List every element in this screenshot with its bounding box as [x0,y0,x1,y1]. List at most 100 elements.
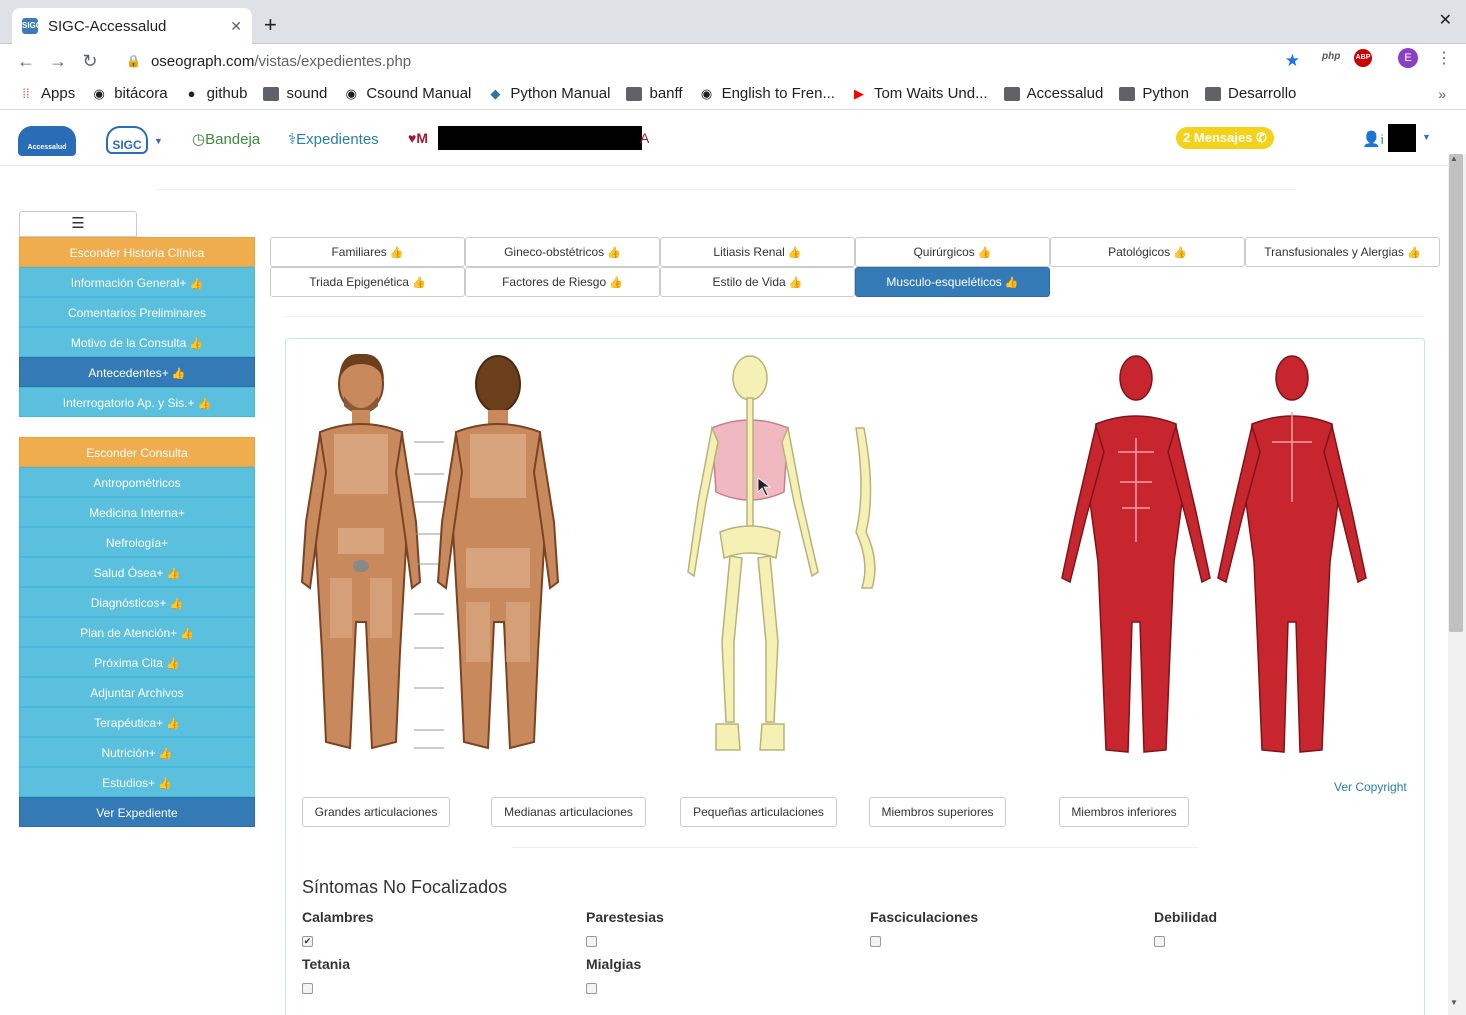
browser-tab[interactable]: SIGC SIGC-Accessalud ✕ [12,8,252,44]
bookmark-tom-waits[interactable]: ▶ Tom Waits Und... [851,85,988,102]
bookmark-python-manual[interactable]: ◆ Python Manual [487,85,610,102]
sidebar-item-diagnósticos[interactable]: Diagnósticos+ 👍 [19,587,255,617]
body-back[interactable] [436,355,560,750]
right-leg-bones[interactable] [757,555,779,723]
miembros-superiores-button[interactable]: Miembros superiores [869,797,1006,827]
sidebar-item-medicina-interna[interactable]: Medicina Interna+ [19,497,255,527]
tab-factores-de-riesgo[interactable]: Factores de Riesgo 👍 [465,267,660,297]
messages-badge[interactable]: 2 Mensajes ✆ [1176,127,1274,149]
sidebar-item-plan-de-atención[interactable]: Plan de Atención+ 👍 [19,617,255,647]
user-icon[interactable]: 👤i [1362,130,1384,148]
sidebar-item-estudios[interactable]: Estudios+ 👍 [19,767,255,797]
divider [156,189,1296,190]
bookmark-banff[interactable]: banff [626,85,683,102]
left-arm-bones[interactable] [687,425,719,578]
sidebar-item-nefrología[interactable]: Nefrología+ [19,527,255,557]
sidebar-item-comentarios-preliminares[interactable]: Comentarios Preliminares [19,297,255,327]
bookmark-english-french[interactable]: ◉ English to Fren... [699,85,835,102]
sidebar-item-label: Nutrición+ [101,746,156,760]
muscles-back[interactable] [1217,355,1367,753]
sigc-logo[interactable]: SIGC [106,126,148,154]
bookmark-star-icon[interactable]: ★ [1285,51,1300,71]
forward-icon[interactable]: → [42,51,74,72]
user-dropdown-caret-icon[interactable]: ▼ [1422,132,1431,142]
accessalud-logo[interactable]: Accessalud [18,126,76,156]
back-icon[interactable]: ← [10,51,42,72]
debilidad-checkbox[interactable] [1154,936,1165,947]
sidebar-item-esconder-consulta[interactable]: Esconder Consulta [19,437,255,467]
browser-menu-icon[interactable]: ⋮ [1436,48,1452,68]
sidebar-item-información-general[interactable]: Información General+ 👍 [19,267,255,297]
right-arm-bones[interactable] [781,425,819,578]
sidebar-item-antecedentes[interactable]: Antecedentes+ 👍 [19,357,255,387]
skin-body-figure[interactable] [300,352,562,758]
ver-copyright-link[interactable]: Ver Copyright [1334,780,1407,794]
skeleton-figure[interactable] [676,352,890,758]
sidebar-item-terapéutica[interactable]: Terapéutica+ 👍 [19,707,255,737]
sidebar-item-próxima-cita[interactable]: Próxima Cita 👍 [19,647,255,677]
scrollbar-thumb[interactable] [1449,154,1463,632]
scroll-up-icon[interactable]: ▲ [1450,154,1458,163]
skull[interactable] [732,355,768,401]
bookmark-csound[interactable]: ◉ Csound Manual [343,85,472,102]
bookmarks-overflow-icon[interactable]: » [1438,86,1446,102]
pequenas-articulaciones-button[interactable]: Pequeñas articulaciones [680,797,837,827]
sidebar-toggle-hamburger-icon[interactable]: ☰ [19,211,137,237]
miembros-inferiores-button[interactable]: Miembros inferiores [1059,797,1189,827]
body-front[interactable] [300,353,422,750]
close-tab-icon[interactable]: ✕ [230,18,242,35]
sidebar-item-ver-expediente[interactable]: Ver Expediente [19,797,255,827]
sidebar-item-nutrición[interactable]: Nutrición+ 👍 [19,737,255,767]
tab-familiares[interactable]: Familiares 👍 [270,237,465,267]
tab-litiasis-renal[interactable]: Litiasis Renal 👍 [660,237,855,267]
tab-quirúrgicos[interactable]: Quirúrgicos 👍 [855,237,1050,267]
medianas-articulaciones-button[interactable]: Medianas articulaciones [491,797,646,827]
tetania-checkbox[interactable] [302,983,313,994]
address-bar[interactable]: 🔒 oseograph.com/vistas/expedientes.php ★ [112,47,1312,75]
window-close-icon[interactable]: ✕ [1439,10,1452,30]
left-foot-bones[interactable] [715,723,741,751]
patient-name[interactable]: ♥M [408,130,428,146]
nav-bandeja[interactable]: ◷Bandeja [192,130,260,148]
spine-lateral[interactable] [855,427,876,589]
grandes-articulaciones-button[interactable]: Grandes articulaciones [302,797,450,827]
sidebar-item-motivo-de-la-consulta[interactable]: Motivo de la Consulta 👍 [19,327,255,357]
mialgias-checkbox[interactable] [586,983,597,994]
scroll-down-icon[interactable]: ▼ [1450,998,1458,1007]
sidebar-item-interrogatorio-ap-y-sis[interactable]: Interrogatorio Ap. y Sis.+ 👍 [19,387,255,417]
php-extension-icon[interactable]: php [1322,51,1340,62]
sidebar-item-antropométricos[interactable]: Antropométricos [19,467,255,497]
phone-icon: ✆ [1256,130,1267,145]
bookmark-desarrollo[interactable]: Desarrollo [1205,85,1296,102]
muscles-front[interactable] [1061,355,1211,753]
nav-expedientes[interactable]: ⚕Expedientes [288,130,379,148]
bookmark-sound[interactable]: sound [263,85,327,102]
sidebar-item-salud-ósea[interactable]: Salud Ósea+ 👍 [19,557,255,587]
tab-gineco-obstétricos[interactable]: Gineco-obstétricos 👍 [465,237,660,267]
right-foot-bones[interactable] [759,723,785,751]
bookmark-github[interactable]: ● github [184,85,248,102]
fasciculaciones-checkbox[interactable] [870,936,881,947]
bookmark-bitacora[interactable]: ◉ bitácora [91,85,168,102]
adblock-extension-icon[interactable]: ABP [1354,49,1372,67]
bookmark-python[interactable]: Python [1119,85,1189,102]
tab-transfusionales-y-alergias[interactable]: Transfusionales y Alergias 👍 [1245,237,1440,267]
muscle-figure[interactable] [1056,352,1376,758]
calambres-checkbox[interactable]: ✔ [302,936,313,947]
tab-patológicos[interactable]: Patológicos 👍 [1050,237,1245,267]
tab-musculo-esqueléticos[interactable]: Musculo-esqueléticos 👍 [855,267,1050,297]
sidebar-item-adjuntar-archivos[interactable]: Adjuntar Archivos [19,677,255,707]
new-tab-icon[interactable]: + [264,12,277,38]
left-leg-bones[interactable] [721,555,743,723]
sidebar-item-esconder-historia-clínica[interactable]: Esconder Historia Clínica [19,237,255,267]
profile-avatar[interactable]: E [1398,48,1418,68]
reload-icon[interactable]: ↻ [74,51,106,72]
bookmark-accessalud[interactable]: Accessalud [1003,85,1103,102]
tab-estilo-de-vida[interactable]: Estilo de Vida 👍 [660,267,855,297]
sigc-dropdown-caret-icon[interactable]: ▼ [154,136,163,146]
parestesias-checkbox[interactable] [586,936,597,947]
pelvis[interactable] [719,525,781,560]
bookmark-apps[interactable]: ⁞⁞ Apps [18,85,75,102]
tab-triada-epigenética[interactable]: Triada Epigenética 👍 [270,267,465,297]
stethoscope-icon: ⚕ [288,131,297,148]
